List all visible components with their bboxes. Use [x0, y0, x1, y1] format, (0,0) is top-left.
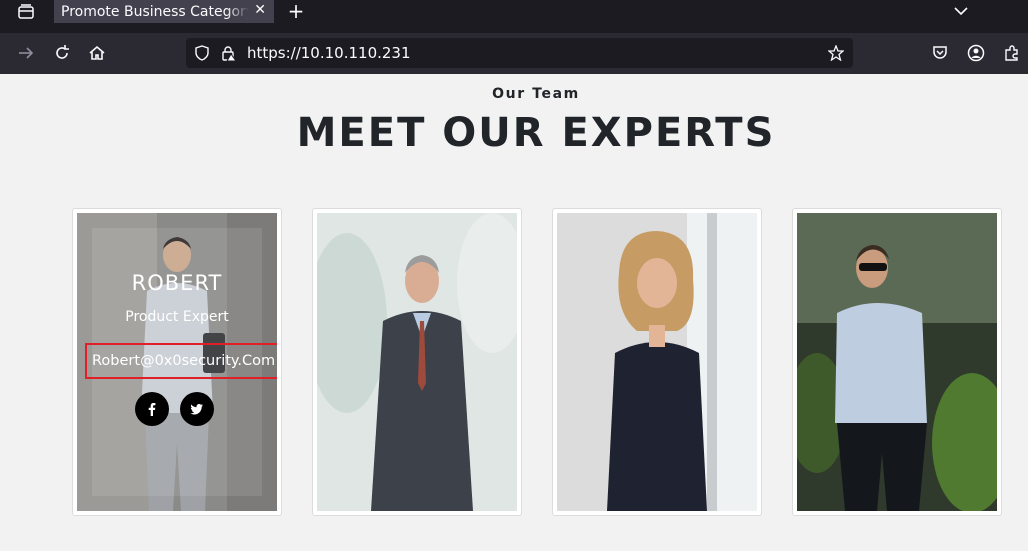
- shield-icon[interactable]: [194, 45, 210, 61]
- team-member-photo: [797, 213, 997, 511]
- member-name: ROBERT: [131, 271, 223, 295]
- star-bookmark-icon[interactable]: [828, 45, 844, 61]
- twitter-icon: [190, 404, 203, 415]
- team-member-photo: ROBERT Product Expert Robert@0x0security…: [77, 213, 277, 511]
- navigation-toolbar: https://10.10.110.231: [0, 33, 1028, 74]
- reload-button[interactable]: [51, 42, 73, 64]
- tab-list-icon: [18, 4, 34, 19]
- tab-bar: Promote Business Category E ✕ +: [0, 0, 1028, 33]
- reload-icon: [56, 45, 69, 59]
- close-tab-icon[interactable]: ✕: [254, 2, 266, 18]
- home-button[interactable]: [86, 42, 108, 64]
- team-card[interactable]: [552, 208, 762, 516]
- section-subtitle: Our Team: [492, 86, 580, 102]
- twitter-button[interactable]: [180, 392, 214, 426]
- url-text[interactable]: https://10.10.110.231: [247, 44, 411, 62]
- member-role: Product Expert: [125, 309, 229, 325]
- account-button[interactable]: [965, 42, 987, 64]
- pocket-icon: [933, 46, 947, 59]
- team-card[interactable]: ROBERT Product Expert Robert@0x0security…: [72, 208, 282, 516]
- address-bar[interactable]: https://10.10.110.231: [186, 38, 853, 68]
- home-icon: [89, 45, 105, 60]
- active-tab[interactable]: Promote Business Category E ✕: [54, 0, 274, 23]
- member-email[interactable]: Robert@0x0security.Com: [85, 343, 277, 379]
- expert-photo-image: [317, 213, 517, 511]
- pocket-button[interactable]: [929, 42, 951, 64]
- list-all-tabs-button[interactable]: [952, 2, 970, 20]
- facebook-icon: [148, 403, 156, 416]
- tab-list-button[interactable]: [12, 2, 40, 22]
- team-member-photo: [317, 213, 517, 511]
- account-icon: [967, 44, 985, 62]
- puzzle-icon: [1005, 45, 1018, 61]
- forward-button[interactable]: [15, 42, 37, 64]
- facebook-button[interactable]: [135, 392, 169, 426]
- expert-photo-image: [797, 213, 997, 511]
- team-member-photo: [557, 213, 757, 511]
- chevron-down-icon: [954, 7, 968, 16]
- new-tab-button[interactable]: +: [286, 0, 306, 23]
- expert-photo-image: [557, 213, 757, 511]
- team-card[interactable]: [312, 208, 522, 516]
- team-card[interactable]: [792, 208, 1002, 516]
- extensions-button[interactable]: [1001, 42, 1023, 64]
- tab-title: Promote Business Category E: [61, 3, 249, 20]
- section-title: MEET OUR EXPERTS: [296, 110, 776, 156]
- insecure-lock-icon[interactable]: [220, 45, 236, 61]
- arrow-right-icon: [19, 47, 34, 59]
